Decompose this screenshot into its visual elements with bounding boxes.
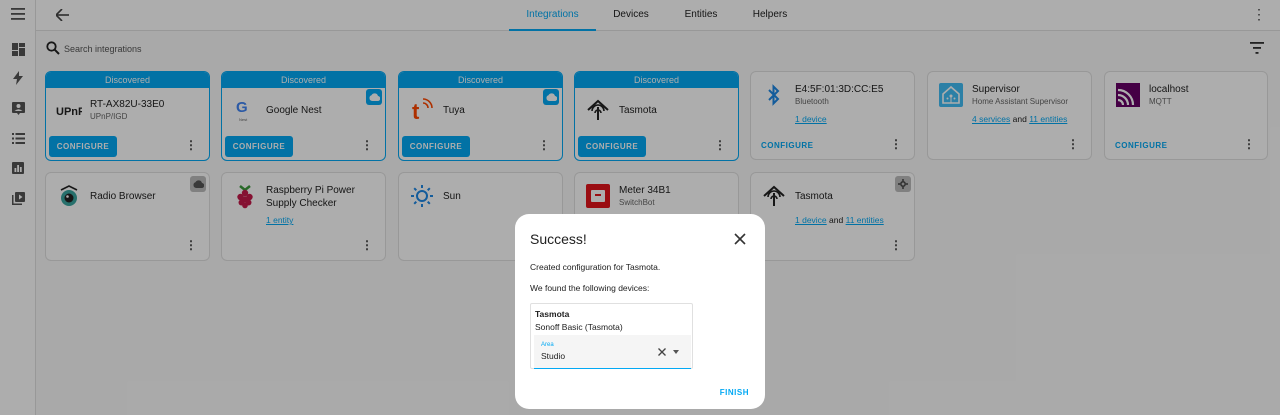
close-icon[interactable] (733, 232, 747, 246)
dialog-title: Success! (530, 231, 587, 247)
dialog-found-text: We found the following devices: (530, 283, 650, 293)
dropdown-arrow-icon[interactable] (673, 350, 679, 354)
finish-button[interactable]: FINISH (720, 388, 749, 397)
device-name: Tasmota (535, 309, 570, 319)
area-picker[interactable]: Area (534, 335, 691, 369)
dialog-created-text: Created configuration for Tasmota. (530, 262, 661, 272)
device-model: Sonoff Basic (Tasmota) (535, 322, 623, 332)
area-label: Area (541, 342, 554, 348)
area-input[interactable] (541, 350, 641, 362)
device-entry: Tasmota Sonoff Basic (Tasmota) Area (530, 303, 693, 369)
clear-icon[interactable] (658, 348, 666, 356)
success-dialog: Success! Created configuration for Tasmo… (515, 214, 765, 409)
